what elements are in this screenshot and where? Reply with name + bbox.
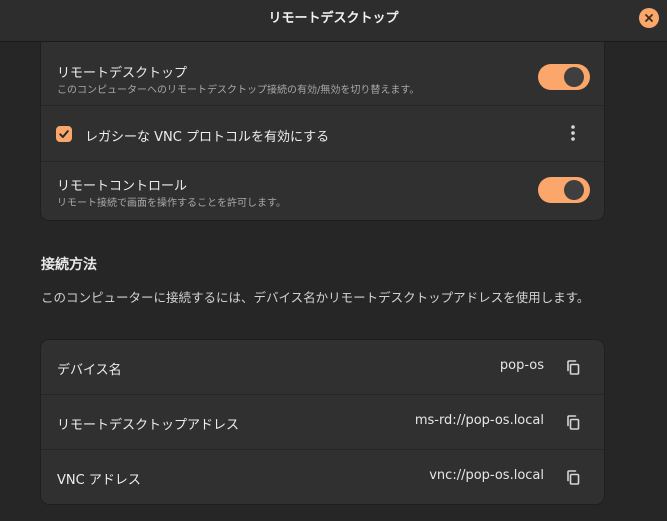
close-icon [645, 14, 653, 22]
copy-remote-desktop-address-button[interactable] [560, 409, 586, 435]
copy-icon [567, 469, 580, 485]
legacy-vnc-row[interactable]: レガシーな VNC プロトコルを有効にする [41, 106, 604, 161]
remote-desktop-window: リモートデスクトップ リモートデスクトップ このコンピューターへのリモートデスク… [0, 0, 667, 521]
vnc-address-value: vnc://pop-os.local [429, 468, 544, 483]
vertical-ellipsis-icon [571, 125, 575, 141]
checkmark-icon [59, 130, 69, 138]
vnc-address-label: VNC アドレス [57, 473, 141, 488]
connection-info-card: デバイス名 pop-os リモートデスクトップアドレス ms-rd://pop-… [41, 340, 604, 504]
remote-desktop-switch[interactable] [538, 64, 590, 90]
remote-desktop-row: リモートデスクトップ このコンピューターへのリモートデスクトップ接続の有効/無効… [41, 42, 604, 105]
remote-desktop-subtitle: このコンピューターへのリモートデスクトップ接続の有効/無効を切り替えます。 [57, 85, 420, 96]
switch-knob [564, 67, 584, 87]
remote-control-switch[interactable] [538, 177, 590, 203]
remote-control-subtitle: リモート接続で画面を操作することを許可します。 [57, 198, 286, 209]
copy-vnc-address-button[interactable] [560, 464, 586, 490]
connection-description: このコンピューターに接続するには、デバイス名かリモートデスクトップアドレスを使用… [41, 290, 590, 305]
switch-knob [564, 180, 584, 200]
remote-control-title: リモートコントロール [57, 179, 188, 194]
copy-icon [567, 414, 580, 430]
device-name-row: デバイス名 pop-os [41, 340, 604, 394]
remote-desktop-address-value: ms-rd://pop-os.local [414, 413, 544, 428]
device-name-value: pop-os [499, 358, 544, 373]
remote-desktop-settings-card: リモートデスクトップ このコンピューターへのリモートデスクトップ接続の有効/無効… [41, 42, 604, 220]
remote-desktop-address-row: リモートデスクトップアドレス ms-rd://pop-os.local [41, 395, 604, 449]
device-name-label: デバイス名 [57, 363, 122, 378]
remote-control-row: リモートコントロール リモート接続で画面を操作することを許可します。 [41, 162, 604, 220]
legacy-vnc-label: レガシーな VNC プロトコルを有効にする [85, 130, 330, 145]
connection-section-heading: 接続方法 [41, 257, 97, 273]
vnc-address-row: VNC アドレス vnc://pop-os.local [41, 450, 604, 504]
legacy-vnc-menu-button[interactable] [560, 120, 586, 146]
window-title: リモートデスクトップ [268, 11, 399, 26]
header-bar: リモートデスクトップ [0, 0, 667, 42]
close-button[interactable] [639, 8, 659, 28]
legacy-vnc-checkbox[interactable] [56, 126, 72, 142]
remote-desktop-address-label: リモートデスクトップアドレス [57, 418, 240, 433]
content-scroll-area[interactable]: リモートデスクトップ このコンピューターへのリモートデスクトップ接続の有効/無効… [0, 42, 667, 521]
copy-device-name-button[interactable] [560, 354, 586, 380]
copy-icon [567, 359, 580, 375]
remote-desktop-title: リモートデスクトップ [57, 66, 188, 81]
